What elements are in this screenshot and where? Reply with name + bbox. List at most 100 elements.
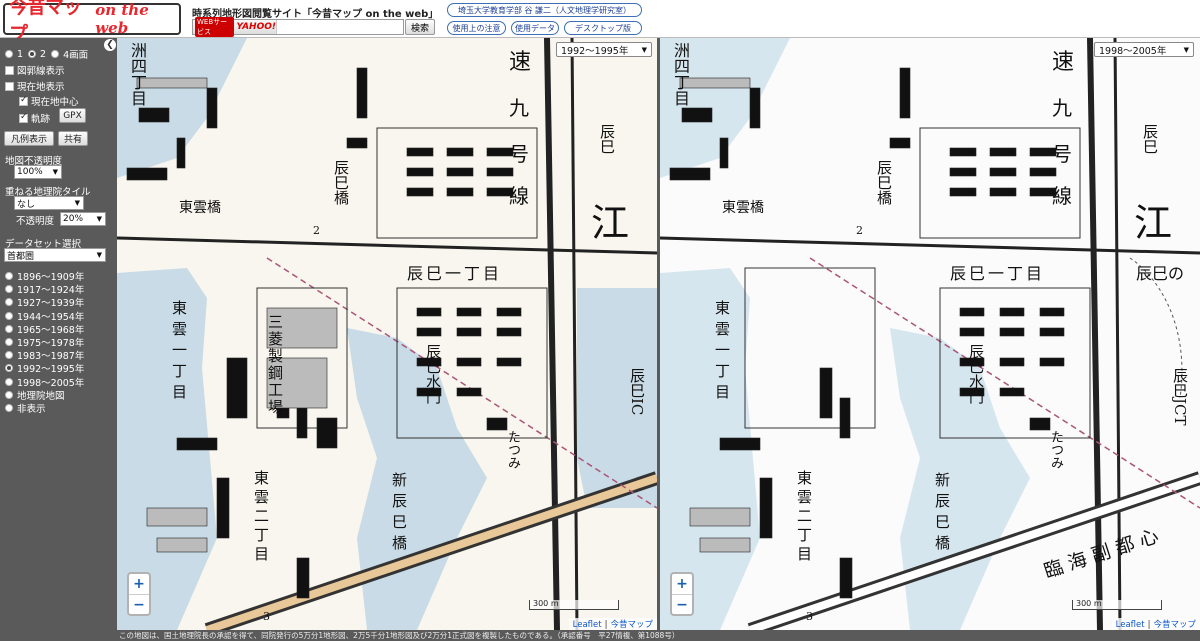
building [176, 137, 186, 169]
dropdown-arrow-icon: ▼ [74, 199, 80, 207]
building [999, 307, 1025, 317]
period-option[interactable]: 1998〜2005年 [5, 375, 84, 389]
period-radio[interactable] [5, 298, 13, 307]
leaflet-link[interactable]: Leaflet [1116, 620, 1145, 630]
period-option[interactable]: 1927〜1939年 [5, 295, 84, 309]
zoom-in-button[interactable]: + [672, 574, 692, 594]
building [719, 137, 729, 169]
period-radio[interactable] [5, 404, 13, 412]
map-label-mitsubishi: 三菱製鋼工場 [266, 314, 284, 416]
share-button[interactable]: 共有 [58, 131, 88, 146]
map-label-tatsumi-suimon: 辰巳水門 [967, 344, 985, 404]
dataset-select[interactable]: 首都圏 ▼ [4, 248, 106, 262]
map-label-sen: 線 [1052, 184, 1072, 208]
period-radio[interactable] [5, 285, 13, 294]
period-radio[interactable] [5, 364, 13, 373]
period-option[interactable]: 地理院地図 [5, 388, 65, 402]
collapse-sidebar-icon[interactable]: ❮ [104, 39, 116, 51]
year-select-left[interactable]: 1992〜1995年 ▼ [556, 42, 652, 57]
author-link[interactable]: 埼玉大学教育学部 谷 謙二（人文地理学研究室） [447, 3, 642, 17]
period-option[interactable]: 1917〜1924年 [5, 282, 84, 296]
attribution-right: Leaflet | 今昔マップ [1111, 618, 1200, 630]
period-option[interactable]: 非表示 [5, 401, 46, 415]
period-option[interactable]: 1983〜1987年 [5, 348, 84, 362]
layout-radio-2[interactable] [28, 50, 37, 58]
center-location-checkbox[interactable] [19, 95, 28, 106]
map-pane-left[interactable]: 洲四丁目 速 九 号 線 辰巳 江 辰巳橋 東雲橋 辰巳一丁目 東雲一丁目 三菱… [117, 38, 657, 630]
period-option[interactable]: 1992〜1995年 [5, 361, 84, 375]
map-label-e: 江 [1134, 201, 1173, 245]
gpx-button[interactable]: GPX [59, 108, 86, 123]
map-pane-right[interactable]: 洲四丁目 速 九 号 線 辰巳 江 辰巳橋 東雲橋 辰巳一丁目 辰巳の 東雲一丁… [660, 38, 1200, 630]
building [446, 187, 474, 197]
overlay-opacity-select[interactable]: 20% ▼ [60, 212, 106, 226]
period-option[interactable]: 1965〜1968年 [5, 322, 84, 336]
period-radio[interactable] [5, 377, 13, 386]
building [999, 357, 1025, 367]
track-option[interactable]: 軌跡 [19, 111, 50, 125]
map-label-dist-3: 3 [806, 610, 813, 623]
layout-radio-4[interactable] [51, 50, 60, 58]
building [406, 147, 434, 157]
building [416, 307, 442, 317]
search-button[interactable]: 検索 [405, 19, 435, 35]
building [446, 147, 474, 157]
show-grid-label: 図郭線表示 [17, 66, 65, 77]
search-box: WEBサービス YAHOO! [192, 17, 404, 37]
building [226, 357, 248, 419]
zoom-out-button[interactable]: − [129, 594, 149, 614]
building [959, 307, 985, 317]
building [989, 167, 1017, 177]
show-location-checkbox[interactable] [5, 81, 14, 91]
building [406, 167, 434, 177]
building [486, 417, 508, 431]
site-logo[interactable]: 今昔マップ on the web [3, 0, 181, 45]
period-label: 1896〜1909年 [17, 272, 85, 283]
building [406, 187, 434, 197]
show-grid-checkbox[interactable] [5, 65, 14, 75]
building [899, 67, 911, 119]
search-input[interactable] [279, 20, 403, 34]
period-radio[interactable] [5, 311, 13, 320]
building [949, 187, 977, 197]
period-option[interactable]: 1896〜1909年 [5, 269, 84, 283]
building [839, 397, 851, 439]
map-label-shinonome-nichome: 東雲二丁目 [795, 470, 813, 565]
legend-button[interactable]: 凡例表示 [4, 131, 54, 146]
opacity-select[interactable]: 100% ▼ [14, 165, 62, 179]
konjaku-link[interactable]: 今昔マップ [1153, 620, 1196, 630]
period-radio[interactable] [5, 324, 13, 333]
period-radio[interactable] [5, 272, 13, 280]
period-radio[interactable] [5, 351, 13, 360]
attribution-left: Leaflet | 今昔マップ [568, 618, 657, 630]
zoom-in-button[interactable]: + [129, 574, 149, 594]
map-label-shinonome-bridge: 東雲橋 [722, 200, 764, 216]
center-location-option[interactable]: 現在地中心 [19, 94, 79, 108]
dropdown-arrow-icon: ▼ [96, 251, 102, 259]
year-select-right[interactable]: 1998〜2005年 ▼ [1094, 42, 1194, 57]
data-link[interactable]: 使用データ [511, 21, 559, 35]
period-radio[interactable] [5, 390, 13, 399]
building [889, 137, 911, 149]
logo-en-text: on the web [95, 1, 149, 37]
show-grid-option[interactable]: 図郭線表示 [5, 63, 65, 77]
track-label: 軌跡 [31, 114, 51, 125]
period-radio[interactable] [5, 338, 13, 346]
building [819, 367, 833, 419]
konjaku-link[interactable]: 今昔マップ [610, 620, 653, 630]
period-option[interactable]: 1975〜1978年 [5, 335, 84, 349]
leaflet-link[interactable]: Leaflet [573, 620, 602, 630]
building [1029, 417, 1051, 431]
building [669, 167, 711, 181]
track-checkbox[interactable] [19, 112, 28, 123]
building [446, 167, 474, 177]
show-location-option[interactable]: 現在地表示 [5, 79, 65, 93]
overlay-select[interactable]: なし ▼ [14, 196, 84, 210]
desktop-link[interactable]: デスクトップ版 [564, 21, 642, 35]
notice-link[interactable]: 使用上の注意 [447, 21, 506, 35]
map-label-tatsumi-hira: たつみ [1048, 430, 1063, 469]
layout-radio-1[interactable] [5, 50, 13, 58]
dropdown-arrow-icon: ▼ [52, 168, 58, 176]
period-option[interactable]: 1944〜1954年 [5, 309, 84, 323]
zoom-out-button[interactable]: − [672, 594, 692, 614]
